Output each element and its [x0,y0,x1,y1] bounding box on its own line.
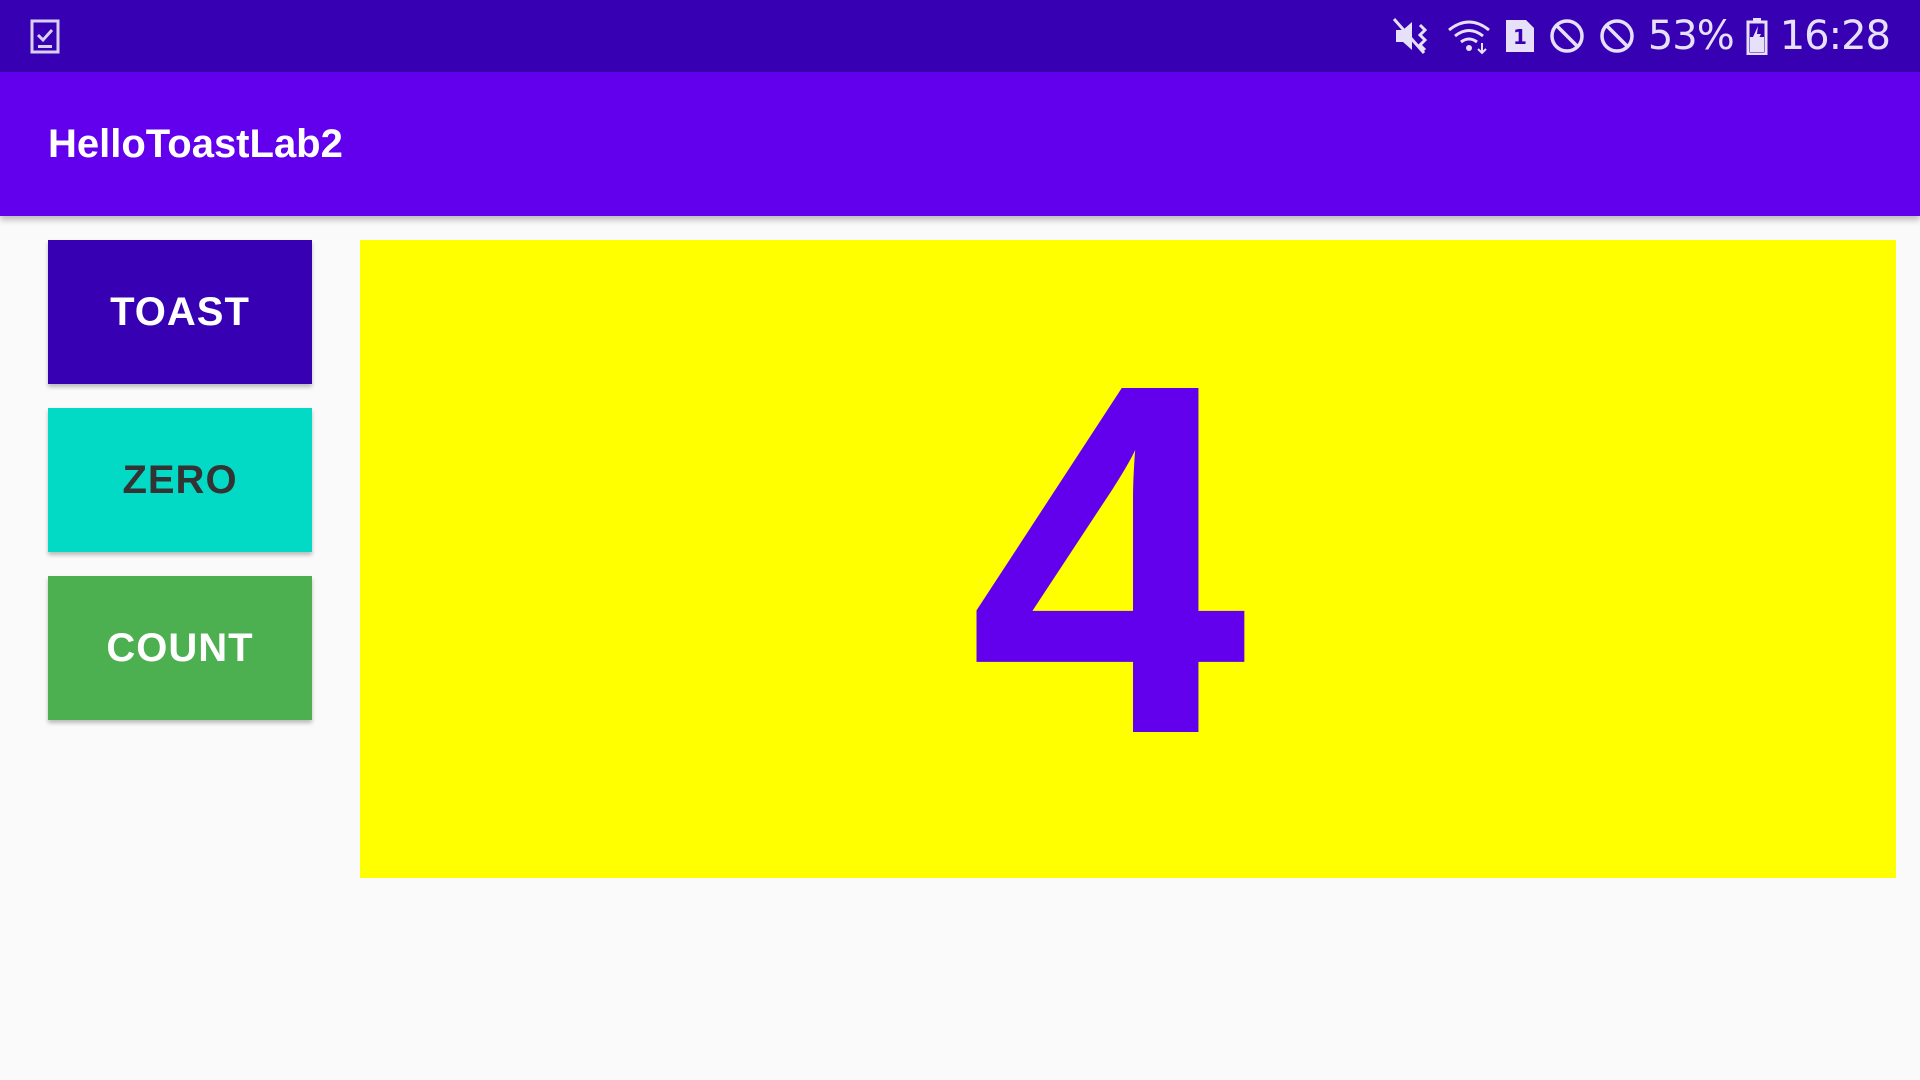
do-not-disturb-icon [1548,17,1586,55]
sim-1-icon: 1 [1504,18,1536,54]
toast-button[interactable]: TOAST [48,240,312,384]
battery-percent: 53% [1647,13,1735,59]
block-icon [1598,17,1636,55]
count-value: 4 [968,279,1248,838]
battery-charging-icon [1746,17,1768,55]
count-display: 4 [360,240,1896,878]
app-bar: HelloToastLab2 [0,72,1920,216]
count-button[interactable]: COUNT [48,576,312,720]
wifi-icon [1446,17,1492,55]
vibrate-mute-icon [1392,17,1434,55]
svg-text:1: 1 [1513,25,1527,49]
app-screen: 1 53% 16:28 HelloToastLab2 TOAST ZERO CO… [0,0,1920,1080]
clock: 16:28 [1779,13,1891,59]
clipboard-check-icon [30,18,60,54]
status-bar: 1 53% 16:28 [0,0,1920,72]
zero-button[interactable]: ZERO [48,408,312,552]
app-title: HelloToastLab2 [48,122,343,166]
status-icons: 1 53% 16:28 [1392,0,1891,72]
